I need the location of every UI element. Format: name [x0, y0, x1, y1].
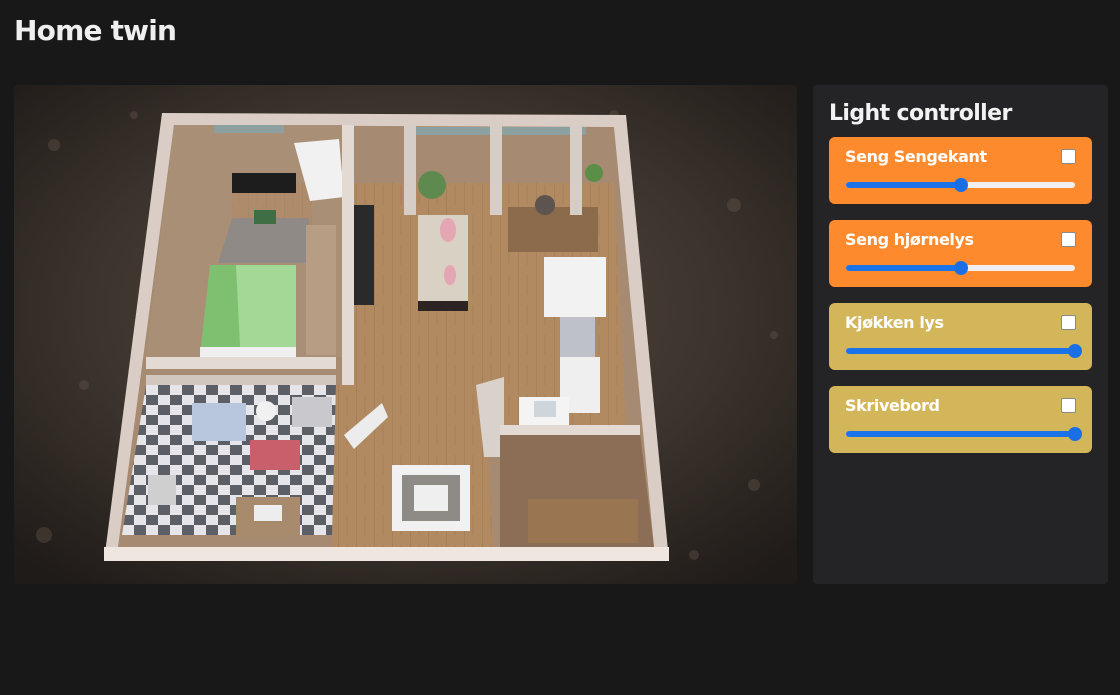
- brightness-slider-fill: [846, 348, 1075, 354]
- light-card: Seng hjørnelys: [829, 220, 1092, 287]
- home-3d-viewport[interactable]: [14, 85, 797, 584]
- brightness-slider[interactable]: [846, 178, 1075, 192]
- brightness-slider-thumb[interactable]: [953, 178, 968, 192]
- brightness-slider-fill: [846, 431, 1075, 437]
- floorplan-render: [14, 85, 797, 584]
- brightness-slider-fill: [846, 182, 961, 188]
- brightness-slider-thumb[interactable]: [1068, 344, 1082, 358]
- brightness-slider-fill: [846, 265, 961, 271]
- light-controller-panel: Light controller Seng Sengekant Seng hjør…: [813, 85, 1108, 584]
- light-toggle-checkbox[interactable]: [1061, 232, 1076, 247]
- brightness-slider[interactable]: [846, 344, 1082, 358]
- brightness-slider[interactable]: [846, 427, 1082, 441]
- light-card: Kjøkken lys: [829, 303, 1092, 370]
- brightness-slider[interactable]: [846, 261, 1075, 275]
- light-toggle-checkbox[interactable]: [1061, 315, 1076, 330]
- page-title: Home twin: [14, 14, 177, 47]
- light-toggle-checkbox[interactable]: [1061, 398, 1076, 413]
- light-name: Seng Sengekant: [845, 147, 987, 166]
- panel-title: Light controller: [829, 101, 1012, 126]
- light-name: Skrivebord: [845, 396, 940, 415]
- light-card: Skrivebord: [829, 386, 1092, 453]
- light-name: Seng hjørnelys: [845, 230, 974, 249]
- brightness-slider-thumb[interactable]: [953, 261, 968, 275]
- light-card: Seng Sengekant: [829, 137, 1092, 204]
- light-toggle-checkbox[interactable]: [1061, 149, 1076, 164]
- brightness-slider-thumb[interactable]: [1068, 427, 1082, 441]
- light-name: Kjøkken lys: [845, 313, 944, 332]
